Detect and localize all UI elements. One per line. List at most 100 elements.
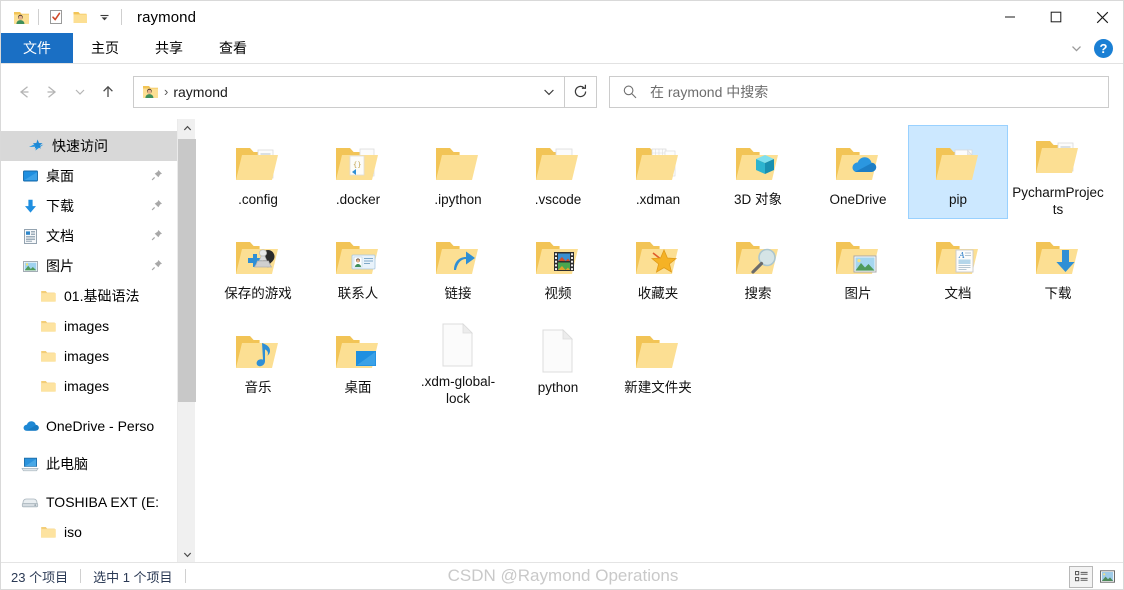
file-item-links[interactable]: 链接: [408, 219, 508, 313]
pin-icon[interactable]: [151, 168, 163, 184]
file-item-new-folder[interactable]: 新建文件夹: [608, 313, 708, 407]
file-item-onedrive[interactable]: OneDrive: [808, 125, 908, 219]
ribbon-tab-bar: 文件 主页 共享 查看 ?: [1, 33, 1123, 63]
pin-icon[interactable]: [151, 198, 163, 214]
close-button[interactable]: [1079, 1, 1123, 33]
file-item-3d-objects[interactable]: 3D 对象: [708, 125, 808, 219]
address-bar[interactable]: › raymond: [133, 75, 565, 108]
file-item-saved-games[interactable]: 保存的游戏: [208, 219, 308, 313]
customize-chevron-icon[interactable]: [92, 5, 116, 29]
file-blank-icon: [530, 322, 586, 374]
sidebar-item-this-pc[interactable]: 此电脑: [1, 449, 177, 479]
scroll-down-arrow-icon[interactable]: [178, 545, 196, 563]
minimize-button[interactable]: [987, 1, 1033, 33]
qat-separator-2: [121, 9, 122, 25]
sidebar-item-pictures[interactable]: 图片: [1, 251, 177, 281]
sidebar-item-documents[interactable]: 文档: [1, 221, 177, 251]
file-item-searches[interactable]: 搜索: [708, 219, 808, 313]
sidebar-scrollbar[interactable]: [177, 119, 196, 563]
help-icon[interactable]: ?: [1094, 38, 1113, 58]
sidebar-item-iso[interactable]: iso: [1, 517, 177, 547]
recent-locations-button[interactable]: [67, 78, 93, 106]
breadcrumb-current-path[interactable]: raymond: [173, 84, 227, 100]
file-item-label: .docker: [335, 192, 381, 207]
breadcrumb[interactable]: › raymond: [142, 83, 536, 100]
item-count-label: 23 个项目: [11, 569, 69, 585]
sidebar-label: images: [64, 318, 110, 334]
file-item-downloads[interactable]: 下载: [1008, 219, 1108, 313]
expand-ribbon-chevron-icon[interactable]: [1064, 36, 1088, 60]
tab-share[interactable]: 共享: [137, 33, 201, 63]
title-bar: raymond: [1, 1, 1123, 33]
onedrive-cloud-icon: [21, 417, 39, 435]
forward-button[interactable]: [39, 78, 65, 106]
file-item-ipython[interactable]: .ipython: [408, 125, 508, 219]
pin-icon[interactable]: [151, 228, 163, 244]
pictures-icon: [21, 257, 39, 275]
file-item-contacts[interactable]: 联系人: [308, 219, 408, 313]
file-item-favorites[interactable]: 收藏夹: [608, 219, 708, 313]
tab-view[interactable]: 查看: [201, 33, 265, 63]
file-item-music[interactable]: 音乐: [208, 313, 308, 407]
window-controls: [987, 1, 1123, 33]
file-item-desktop[interactable]: 桌面: [308, 313, 408, 407]
file-item-docker[interactable]: {} {} .docker: [308, 125, 408, 219]
file-item-label: 新建文件夹: [624, 380, 692, 395]
file-item-label: OneDrive: [829, 192, 887, 207]
large-icons-view-button[interactable]: [1095, 566, 1119, 588]
sidebar-item-images-2[interactable]: images: [1, 341, 177, 371]
details-view-button[interactable]: [1069, 565, 1093, 588]
user-folder-icon[interactable]: [9, 5, 33, 29]
sidebar-label: images: [64, 378, 110, 394]
up-button[interactable]: [95, 78, 121, 106]
search-input[interactable]: 在 raymond 中搜索: [609, 75, 1109, 108]
sidebar-item-images-3[interactable]: images: [1, 371, 177, 401]
folder-onedrive-icon: [830, 134, 886, 186]
folder-icon: [39, 347, 57, 365]
file-item-xdman[interactable]: .xdman: [608, 125, 708, 219]
file-item-pip[interactable]: pip: [908, 125, 1008, 219]
file-item-pycharmprojects[interactable]: PycharmProjects: [1008, 125, 1108, 219]
maximize-button[interactable]: [1033, 1, 1079, 33]
folder-desktop-icon: [330, 322, 386, 374]
sidebar-item-desktop[interactable]: 桌面: [1, 161, 177, 191]
refresh-button[interactable]: [565, 75, 597, 108]
file-item-label: 搜索: [744, 286, 772, 301]
sidebar-item-onedrive[interactable]: OneDrive - Perso: [1, 411, 177, 441]
sidebar-item-basic-syntax[interactable]: 01.基础语法: [1, 281, 177, 311]
folder-docker-icon: {} {}: [330, 134, 386, 186]
file-item-label: 桌面: [344, 380, 372, 395]
file-item-vscode[interactable]: {} .vscode: [508, 125, 608, 219]
address-dropdown-icon[interactable]: [536, 77, 562, 107]
sidebar-item-toshiba-drive[interactable]: TOSHIBA EXT (E:: [1, 487, 177, 517]
address-toolbar: › raymond 在 raymond 中搜索: [1, 64, 1123, 119]
svg-text:{}: {}: [353, 161, 361, 169]
sidebar-item-quick-access[interactable]: 快速访问: [1, 131, 177, 161]
new-folder-icon[interactable]: [68, 5, 92, 29]
breadcrumb-user-folder-icon[interactable]: [142, 83, 159, 100]
sidebar-item-downloads[interactable]: 下载: [1, 191, 177, 221]
file-item-config[interactable]: .config: [208, 125, 308, 219]
quick-access-toolbar: [1, 1, 127, 33]
properties-icon[interactable]: [44, 5, 68, 29]
file-item-documents[interactable]: A 文档: [908, 219, 1008, 313]
sidebar-scrollbar-thumb[interactable]: [178, 139, 196, 402]
file-list-pane[interactable]: .config {} {} .docker: [196, 119, 1123, 563]
sidebar-item-images-1[interactable]: images: [1, 311, 177, 341]
file-item-xdm-global-lock[interactable]: .xdm-global-lock: [408, 313, 508, 407]
file-item-label: 下载: [1044, 286, 1072, 301]
tab-file[interactable]: 文件: [1, 33, 73, 63]
breadcrumb-separator[interactable]: ›: [161, 84, 171, 99]
tab-home[interactable]: 主页: [73, 33, 137, 63]
back-button[interactable]: [11, 78, 37, 106]
file-item-python[interactable]: python: [508, 313, 608, 407]
pin-icon[interactable]: [151, 258, 163, 274]
documents-icon: [21, 227, 39, 245]
file-item-videos[interactable]: 视频: [508, 219, 608, 313]
svg-text:A: A: [958, 251, 965, 260]
folder-searches-icon: [730, 228, 786, 280]
folder-xdman-icon: [630, 134, 686, 186]
file-item-pictures[interactable]: 图片: [808, 219, 908, 313]
folder-icon: [39, 523, 57, 541]
scroll-up-arrow-icon[interactable]: [178, 119, 196, 137]
